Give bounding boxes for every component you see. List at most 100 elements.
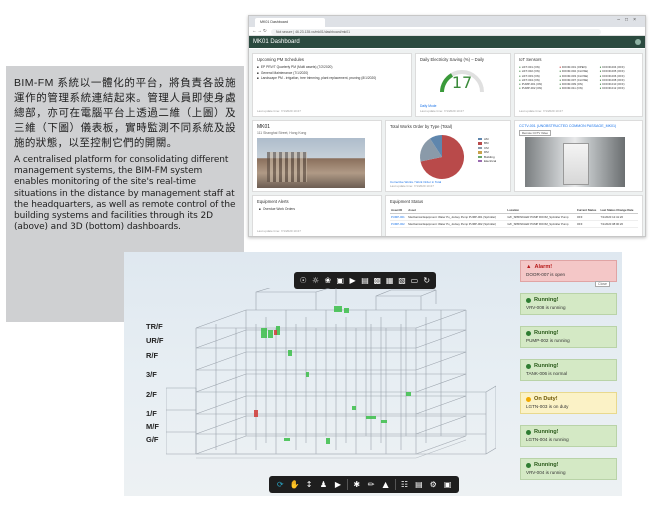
page: BIM-FM 系統以一體化的平台，將負責各設施運作的管理系統連結起來。管理人員即…	[0, 0, 656, 510]
alert-card[interactable]: Running! LGTN-004 is running	[520, 425, 617, 447]
floor-label[interactable]: UR/F	[146, 336, 164, 345]
iot-sensor-grid: LIFT-001 (ON)DOOR-001 (OPEN)DOOR-004 (OF…	[519, 65, 638, 91]
settings-icon[interactable]: ⚙	[428, 476, 439, 493]
document-icon[interactable]: ▩	[372, 272, 383, 289]
alert-card[interactable]: On Duty! LGTN-003 is on duty	[520, 392, 617, 414]
last-update-text: Last update time: 7/1/2020 10:27	[257, 109, 301, 113]
toolbar-divider	[394, 479, 396, 490]
table-cell: G/F_SPRINKLER PUMP ROOM_Sprinkler Pump	[506, 213, 576, 221]
status-dot-icon	[526, 429, 531, 435]
table-cell: 7/1/2020 12:41:20	[599, 213, 638, 221]
document-icon[interactable]: ▦	[384, 272, 395, 289]
document-icon[interactable]: ▧	[397, 272, 408, 289]
properties-icon[interactable]: ▤	[413, 476, 424, 493]
fan-icon[interactable]: ❀	[322, 272, 333, 289]
alert-card[interactable]: Running! TANK-006 is normal	[520, 359, 617, 381]
floor-label[interactable]: 2/F	[146, 390, 157, 399]
pie-legend: AM BM CM DM Building Electrical	[478, 137, 496, 163]
table-row[interactable]: PUMP-001 Mechanical Equipment: Water Pu_…	[390, 213, 638, 221]
nav-arrows-icon[interactable]: ←→↻	[252, 28, 268, 34]
remote-cctv-button[interactable]: Remote CCTV Video	[519, 130, 552, 136]
site-address: 111 Shanghai Street, Hong Kong	[257, 131, 307, 135]
work-orders-title: Total Works Order by Type (Total)	[390, 124, 453, 129]
electricity-title: Daily Electricity Saving (%) – Daily	[420, 57, 484, 62]
tree-icon[interactable]: ☷	[399, 476, 410, 493]
user-icon[interactable]	[635, 39, 641, 45]
dashboard-body: Upcoming PM Schedules EP PRV/T Quarterly…	[249, 49, 645, 236]
daily-mode-link[interactable]: Daily Mode	[420, 104, 437, 108]
camera-icon[interactable]: ▶	[332, 476, 343, 493]
last-update-text: Last update time: 7/1/2020 10:27	[257, 229, 301, 233]
floor-label[interactable]: 3/F	[146, 370, 157, 379]
warning-icon: ▲	[526, 264, 532, 270]
move-icon[interactable]: ↕	[304, 476, 315, 493]
pm-item[interactable]: Landscape PM - irrigation, tree trimming…	[257, 76, 407, 82]
work-orders-pie	[420, 134, 465, 179]
iot-sensor-item[interactable]: PUMP-002 (ON)	[519, 86, 557, 90]
alert-message: PUMP-002 is running	[526, 338, 570, 343]
url-input[interactable]: Not secure | 46.23.135.xx/mk01/dashboard…	[271, 28, 601, 35]
table-row[interactable]: PUMP-002 Mechanical Equipment: Water Pu_…	[390, 220, 638, 228]
table-cell: OFF	[575, 220, 600, 228]
explode-icon[interactable]: ✱	[351, 476, 362, 493]
alert-title: Running!	[534, 363, 559, 369]
browser-address-bar: ←→↻ Not secure | 46.23.135.xx/mk01/dashb…	[249, 27, 645, 36]
alert-card[interactable]: ▲ Alarm! DOOR-007 is open Close	[520, 260, 617, 287]
alert-message: TANK-006 is normal	[526, 371, 568, 376]
last-update-text: Last update time: 7/1/2020 10:27	[519, 109, 563, 113]
cctv-card: CCTV-001 (UNOBSTRUCTED COMMON PASSAGE_MK…	[514, 120, 643, 192]
pm-schedule-title: Upcoming PM Schedules	[257, 57, 305, 62]
refresh-icon[interactable]: ↻	[421, 272, 432, 289]
floor-label[interactable]: G/F	[146, 435, 159, 444]
status-dot-icon	[526, 462, 531, 468]
status-dot-icon	[526, 297, 531, 303]
walk-icon[interactable]: ♟	[318, 476, 329, 493]
alert-title: Running!	[534, 429, 559, 435]
floor-label[interactable]: TR/F	[146, 322, 163, 331]
last-update-text: Last update time: 7/1/2020 10:27	[420, 109, 464, 113]
overdue-work-orders[interactable]: Overdue Work Orders	[257, 207, 377, 213]
iot-sensor-item[interactable]: DOOR-012 (OFF)	[600, 86, 638, 90]
cctv-feed[interactable]	[525, 137, 625, 187]
bulb-icon[interactable]: ☼	[310, 272, 321, 289]
cctv-title[interactable]: CCTV-001 (UNOBSTRUCTED COMMON PASSAGE_MK…	[519, 124, 638, 128]
alert-title: Alarm!	[534, 264, 553, 270]
browser-tab-strip: MK01 Dashboard –□×	[249, 16, 645, 27]
building-model[interactable]	[166, 288, 496, 478]
close-alert-button[interactable]: Close	[595, 281, 610, 287]
floor-label[interactable]: 1/F	[146, 409, 157, 418]
floor-label[interactable]: M/F	[146, 422, 159, 431]
alert-title: Running!	[534, 330, 559, 336]
orbit-icon[interactable]: ⟳	[275, 476, 286, 493]
section-icon[interactable]: ▲	[380, 476, 391, 493]
alert-card[interactable]: Running! PUMP-002 is running	[520, 326, 617, 348]
viewer-3d[interactable]: ☉ ☼ ❀ ▣ ▶ ▤ ▩ ▦ ▧ ▭ ↻ TR/F UR/F R/F 3/F …	[124, 252, 622, 496]
trash-icon[interactable]: ▭	[409, 272, 420, 289]
table-cell: Mechanical Equipment: Water Pu_Jockey Pu…	[407, 220, 507, 228]
iot-card: IoT Sensors LIFT-001 (ON)DOOR-001 (OPEN)…	[514, 53, 643, 117]
equipment-status-title: Equipment Status	[390, 199, 424, 204]
document-icon[interactable]: ▤	[359, 272, 370, 289]
pm-schedule-card: Upcoming PM Schedules EP PRV/T Quarterly…	[252, 53, 412, 117]
floor-label[interactable]: R/F	[146, 351, 158, 360]
browser-tab[interactable]: MK01 Dashboard	[255, 18, 325, 27]
measure-icon[interactable]: ✏	[366, 476, 377, 493]
status-dot-icon	[526, 330, 531, 336]
sensor-icon[interactable]: ☉	[298, 272, 309, 289]
equipment-status-card: Equipment Status Asset ID Asset Location…	[385, 195, 643, 236]
fullscreen-icon[interactable]: ▣	[442, 476, 453, 493]
alert-title: Running!	[534, 297, 559, 303]
alert-message: LGTN-004 is running	[526, 437, 569, 442]
app-title: MK01 Dashboard	[253, 39, 300, 45]
alert-title: Running!	[534, 462, 559, 468]
table-cell[interactable]: PUMP-002	[390, 220, 408, 228]
screen-icon[interactable]: ▣	[335, 272, 346, 289]
camera-icon[interactable]: ▶	[347, 272, 358, 289]
electricity-card: Daily Electricity Saving (%) – Daily 17 …	[415, 53, 511, 117]
table-cell[interactable]: PUMP-001	[390, 213, 408, 221]
window-controls[interactable]: –□×	[617, 17, 641, 23]
alert-card[interactable]: Running! VRV-004 is running	[520, 458, 617, 480]
iot-sensor-item[interactable]: DOOR-011 (ON)	[559, 86, 597, 90]
pan-icon[interactable]: ✋	[289, 476, 300, 493]
alert-card[interactable]: Running! VRV-008 is running	[520, 293, 617, 315]
